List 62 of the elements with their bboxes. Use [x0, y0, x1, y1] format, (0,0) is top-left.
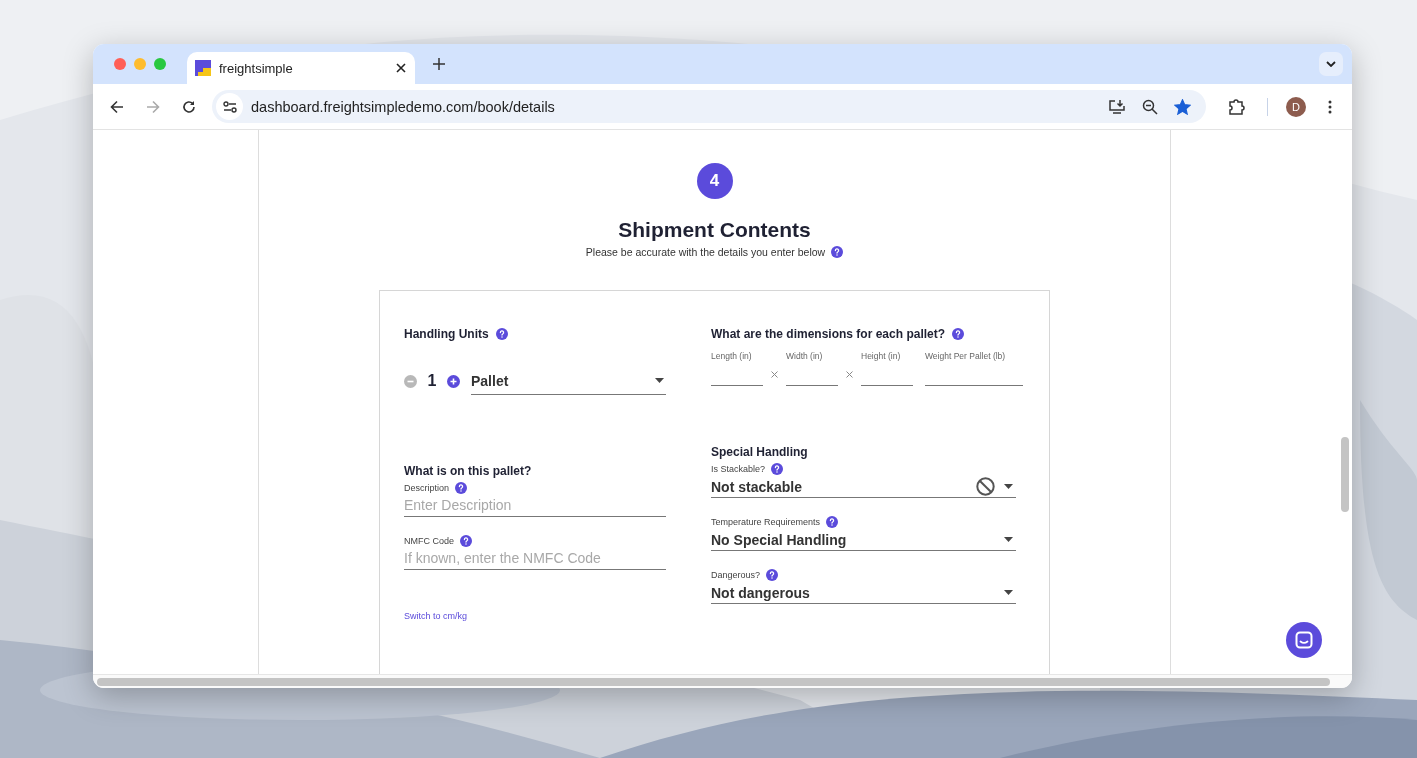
section-subtitle: Please be accurate with the details you enter below — [585, 246, 826, 258]
profile-avatar[interactable]: D — [1286, 96, 1306, 117]
field-heading: Special Handling — [711, 445, 808, 459]
zoom-out-icon[interactable] — [1142, 98, 1158, 115]
caret-icon — [1004, 537, 1013, 542]
field-label: Length (in) — [711, 351, 753, 361]
menu-icon[interactable] — [1328, 99, 1332, 114]
help-icon[interactable] — [455, 482, 468, 494]
field-label: Weight Per Pallet (lb) — [925, 351, 1007, 361]
field-label: Is Stackable? — [711, 464, 766, 474]
field-label: Dangerous? — [711, 570, 761, 580]
field-heading: Handling Units — [404, 327, 489, 341]
scrollbar-thumb[interactable] — [1341, 437, 1349, 512]
sliders-icon — [222, 100, 237, 113]
new-tab-icon[interactable] — [433, 58, 445, 70]
site-info-button[interactable] — [216, 93, 243, 120]
field-label: Description — [404, 483, 450, 493]
help-icon[interactable] — [771, 463, 784, 475]
text-field[interactable]: Enter Description — [404, 495, 666, 517]
select-field[interactable]: Not dangerous — [711, 582, 1016, 604]
field-label: Height (in) — [861, 351, 902, 361]
step-number: 4 — [696, 163, 733, 199]
unit-type-select[interactable]: Pallet — [471, 367, 666, 395]
help-icon[interactable] — [826, 516, 839, 528]
field-label: NMFC Code — [404, 536, 454, 546]
extensions-icon[interactable] — [1228, 98, 1245, 115]
star-icon[interactable] — [1174, 98, 1191, 115]
caret-icon — [655, 378, 664, 383]
chat-icon — [1295, 631, 1313, 649]
reload-icon[interactable] — [182, 99, 196, 114]
chat-button[interactable] — [1286, 622, 1322, 658]
select-field[interactable]: Not stackable — [711, 476, 1016, 498]
increase-button[interactable] — [447, 374, 460, 388]
help-icon[interactable] — [831, 246, 844, 258]
caret-icon — [1004, 484, 1013, 489]
caret-icon — [1004, 590, 1013, 595]
favicon-icon — [195, 60, 211, 76]
unit-count: 1 — [426, 372, 438, 390]
browser-tab[interactable]: freightsimple — [187, 52, 415, 84]
field-heading: What is on this pallet? — [404, 464, 532, 478]
chevron-icon — [1326, 61, 1336, 67]
select-field[interactable]: No Special Handling — [711, 529, 1016, 551]
help-icon[interactable] — [495, 328, 508, 340]
scrollbar-thumb[interactable] — [97, 677, 1330, 686]
install-icon[interactable] — [1108, 98, 1126, 115]
times-icon — [771, 371, 778, 378]
field-heading: What are the dimensions for each pallet? — [711, 327, 946, 341]
help-icon[interactable] — [952, 328, 965, 340]
tab-title: freightsimple — [219, 60, 294, 76]
field-label: Width (in) — [786, 351, 824, 361]
text-field[interactable]: If known, enter the NMFC Code — [404, 548, 666, 570]
field-label: Temperature Requirements — [711, 517, 821, 527]
address-bar[interactable]: dashboard.freightsimpledemo.com/book/details — [212, 90, 1206, 123]
back-icon[interactable] — [110, 99, 124, 114]
section-title: Shipment Contents — [618, 217, 811, 243]
close-icon[interactable] — [396, 63, 406, 73]
url-text: dashboard.freightsimpledemo.com/book/details — [251, 98, 555, 115]
times-icon — [846, 371, 853, 378]
unit-switch-link[interactable]: Switch to cm/kg — [404, 611, 468, 621]
help-icon[interactable] — [460, 535, 472, 547]
help-icon[interactable] — [766, 569, 779, 581]
tab-search-button[interactable] — [1319, 52, 1343, 76]
